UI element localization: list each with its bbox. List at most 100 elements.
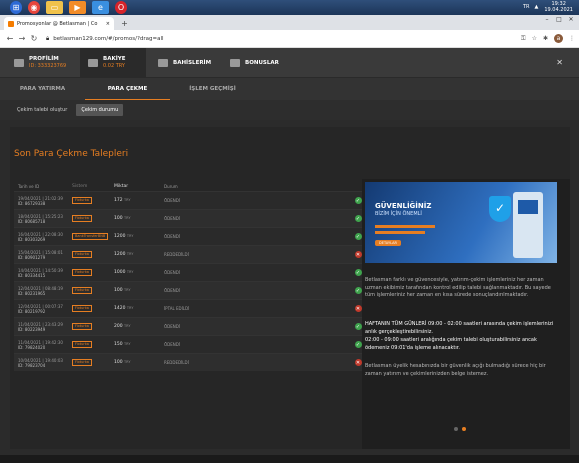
extensions-icon[interactable]: ✱: [543, 35, 548, 42]
row-system-cell: Fixturka: [72, 341, 114, 348]
row-id-prefix: ID:: [18, 308, 24, 314]
bonuses-title: BONUSLAR: [245, 60, 279, 66]
browser-tab-title: Promosyonlar @ Betlasman | Co: [17, 20, 98, 27]
banner-details-button[interactable]: DETAYLAR: [375, 240, 401, 246]
row-status: ÖDENDİ: [164, 270, 181, 275]
row-system-cell: Fixturka: [72, 323, 114, 330]
language-indicator[interactable]: TR: [523, 4, 530, 10]
file-explorer-icon[interactable]: ▭: [46, 1, 63, 14]
row-currency: TRY: [124, 342, 131, 346]
table-row: 15/04/2021 | 15:08:01 ID: 80901279 Fixturk…: [14, 245, 366, 263]
row-id-prefix: ID:: [18, 236, 24, 242]
forward-arrow-icon[interactable]: →: [16, 34, 28, 43]
tab-close-icon[interactable]: ×: [106, 21, 110, 27]
payment-system-badge: BankTransferBNB: [72, 233, 109, 240]
shield-check-icon: ✓: [489, 196, 511, 222]
row-amount: 172: [114, 198, 123, 203]
internet-explorer-icon[interactable]: e: [92, 1, 109, 14]
table-row: 19/04/2021 | 21:02:39 ID: 86729338 Fixturk…: [14, 191, 366, 209]
row-date-cell: 11/04/2021 | 19:42:30 ID: 79824020: [18, 340, 72, 350]
row-date-cell: 19/04/2021 | 21:02:39 ID: 86729338: [18, 196, 72, 206]
row-id-prefix: ID:: [18, 200, 24, 206]
row-date-cell: 10/04/2021 | 19:40:03 ID: 79823704: [18, 358, 72, 368]
close-icon[interactable]: ✕: [556, 58, 563, 67]
row-id-value: 80219792: [24, 308, 46, 314]
row-amount-cell: 172 TRY: [114, 198, 164, 203]
chrome-icon[interactable]: ◉: [28, 1, 40, 14]
tab-history[interactable]: İŞLEM GEÇMİŞİ: [170, 78, 255, 100]
system-tray: TR ▲ 19:32 19.04.2021: [523, 1, 573, 13]
row-id-prefix: ID:: [18, 362, 24, 368]
star-icon[interactable]: ☆: [532, 35, 537, 42]
withdraw-table: Tarih ve ID Sistem Miktar Durum 19/04/20…: [14, 181, 366, 371]
table-row: 10/04/2021 | 19:40:03 ID: 79823704 Fixturk…: [14, 353, 366, 371]
tab-withdraw[interactable]: PARA ÇEKME: [85, 78, 170, 100]
profile-avatar[interactable]: a: [554, 34, 563, 43]
row-amount: 100: [114, 360, 123, 365]
table-row: 14/04/2021 | 14:50:39 ID: 80334415 Fixturk…: [14, 263, 366, 281]
row-amount: 1200: [114, 234, 126, 239]
row-date-cell: 14/04/2021 | 14:50:39 ID: 80334415: [18, 268, 72, 278]
network-icon[interactable]: ▲: [535, 4, 539, 10]
check-circle-icon: ✓: [354, 341, 362, 348]
row-id-value: 80901279: [24, 254, 46, 260]
browser-tab[interactable]: Promosyonlar @ Betlasman | Co ×: [4, 17, 114, 30]
row-date-cell: 15/04/2021 | 15:08:01 ID: 80901279: [18, 250, 72, 260]
row-id-value: 79824020: [24, 344, 46, 350]
opera-icon[interactable]: O: [115, 1, 127, 14]
bonuses-menu[interactable]: BONUSLAR: [230, 59, 279, 67]
maximize-icon[interactable]: □: [553, 16, 565, 23]
gift-icon: [230, 59, 240, 67]
row-currency: TRY: [124, 198, 131, 202]
row-amount-cell: 1200 TRY: [114, 252, 164, 257]
promo-paragraph-1: Betlasman farklı ve güvencesiyle, yatırı…: [365, 277, 551, 298]
row-id: ID: 80334415: [18, 273, 72, 278]
promo-paragraph-2: HAFTANIN TÜM GÜNLERİ 09:00 - 02:00 saatl…: [365, 321, 554, 335]
row-system-cell: Fixturka: [72, 287, 114, 294]
bets-icon: [158, 59, 168, 67]
back-arrow-icon[interactable]: ←: [4, 34, 16, 43]
banner-stripe: [375, 225, 435, 228]
balance-menu[interactable]: BAKİYE 0.02 TRY: [88, 56, 126, 70]
payment-system-badge: Fixturka: [72, 305, 92, 312]
row-id-value: 80303269: [24, 236, 46, 242]
row-status: İPTAL EDİLDİ: [164, 306, 190, 311]
row-id-value: 80223949: [24, 326, 46, 332]
row-id: ID: 80685718: [18, 219, 72, 224]
bets-title: BAHİSLERİM: [173, 60, 212, 66]
row-status: ÖDENDİ: [164, 234, 181, 239]
reload-icon[interactable]: ↻: [28, 34, 40, 43]
row-id-prefix: ID:: [18, 272, 24, 278]
bets-menu[interactable]: BAHİSLERİM: [158, 59, 211, 67]
clock[interactable]: 19:32 19.04.2021: [544, 1, 573, 13]
menu-kebab-icon[interactable]: ⋮: [569, 35, 575, 42]
row-status: ÖDENDİ: [164, 198, 181, 203]
check-circle-icon: ✓: [354, 323, 362, 330]
lock-icon[interactable]: 🔒︎: [46, 35, 49, 43]
site-favicon-icon: [8, 20, 14, 27]
media-player-icon[interactable]: ▶: [69, 1, 86, 14]
row-amount-cell: 100 TRY: [114, 288, 164, 293]
create-withdraw-button[interactable]: Çekim talebi oluştur: [12, 104, 72, 116]
row-currency: TRY: [124, 216, 131, 220]
new-tab-button[interactable]: +: [120, 19, 129, 28]
profile-menu[interactable]: PROFİLİM ID: 333323769: [14, 56, 66, 70]
row-date-cell: 12/04/2021 | 08:48:19 ID: 80231965: [18, 286, 72, 296]
main-content: Son Para Çekme Talepleri Tarih ve ID Sis…: [10, 127, 570, 449]
carousel-dot-active[interactable]: [462, 427, 466, 431]
row-currency: TRY: [124, 360, 131, 364]
security-banner[interactable]: GÜVENLİĞİNİZ BİZİM İÇİN ÖNEMLİ DETAYLAR …: [365, 182, 557, 263]
windows-start-icon[interactable]: ⊞: [10, 1, 22, 14]
withdraw-status-button[interactable]: Çekim durumu: [76, 104, 124, 116]
tab-deposit[interactable]: PARA YATIRMA: [0, 78, 85, 100]
wallet-icon: [88, 59, 98, 67]
table-header: Tarih ve ID Sistem Miktar Durum: [14, 181, 366, 191]
minimize-icon[interactable]: –: [541, 16, 553, 23]
close-window-icon[interactable]: ✕: [565, 16, 577, 23]
banner-title-2: BİZİM İÇİN ÖNEMLİ: [375, 211, 422, 217]
row-status: REDDEDİLDİ: [164, 360, 189, 365]
key-icon[interactable]: ⚿: [521, 35, 526, 43]
carousel-dot[interactable]: [454, 427, 458, 431]
withdraw-operations: Çekim talebi oluştur Çekim durumu: [0, 100, 579, 120]
address-bar[interactable]: 🔒︎ betlasman129.com/#/promos/?drag=all: [46, 35, 164, 43]
